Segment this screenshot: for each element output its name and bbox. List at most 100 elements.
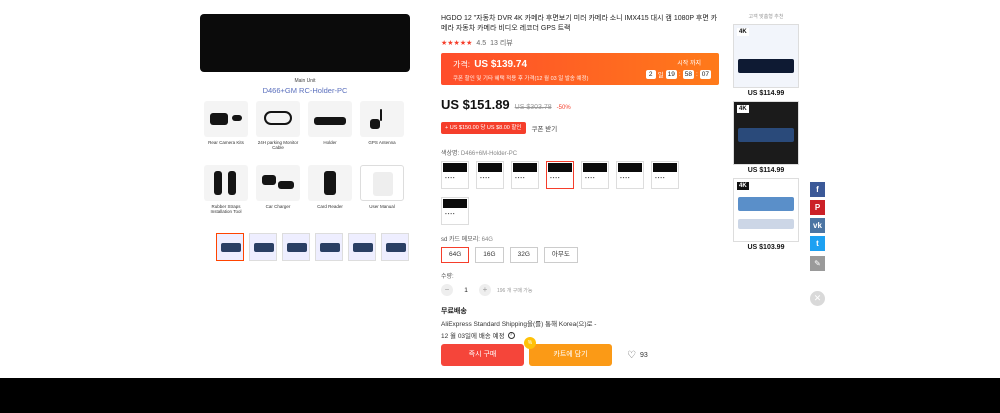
- car-charger-image: [256, 165, 300, 201]
- thumbnail[interactable]: [381, 233, 409, 261]
- purchase-actions: 즉시 구매 % 카트에 담기 ♡ 93: [441, 337, 648, 366]
- rear-camera-image: [204, 101, 248, 137]
- sd-options: 64G 16G 32G 아무도: [441, 247, 719, 263]
- accessory-item: Rear Camera Kits: [200, 101, 252, 163]
- accessory-item: Card Reader: [304, 165, 356, 227]
- recommended-product-image[interactable]: 4K: [733, 178, 799, 242]
- rating-row: ★★★★★ 4.5 13 리뷰: [441, 38, 719, 48]
- shipping-date: 12 월 03일에 배송 예정: [441, 333, 505, 340]
- accessory-label: Car Charger: [265, 204, 291, 209]
- review-count[interactable]: 13 리뷰: [490, 38, 513, 48]
- accessory-label: GPS Antenna: [368, 140, 396, 145]
- accessory-label: User Manual: [369, 204, 395, 209]
- wishlist-button[interactable]: ♡ 93: [627, 350, 648, 361]
- vk-icon[interactable]: vk: [810, 218, 825, 233]
- accessory-label: 24H parking Monitor Cable: [257, 140, 299, 150]
- promo-price-label: 가격:: [453, 60, 470, 69]
- thumbnail[interactable]: [348, 233, 376, 261]
- current-price: US $151.89: [441, 97, 510, 112]
- holder-image: [308, 101, 352, 137]
- facebook-icon[interactable]: f: [810, 182, 825, 197]
- sd-option-16g[interactable]: 16G: [475, 247, 504, 263]
- color-value: D466+6M-Holder-PC: [460, 151, 518, 157]
- sd-label: sd 카드 메모리:: [441, 237, 480, 243]
- buy-now-button[interactable]: 즉시 구매: [441, 344, 524, 366]
- promo-banner: 가격: US $139.74 쿠폰 할인 및 기타 혜택 적용 후 가격(12 …: [441, 53, 719, 85]
- promo-note: 쿠폰 할인 및 기타 혜택 적용 후 가격(12 월 03 일 발송 예정): [453, 76, 589, 82]
- product-tag: 4K: [737, 105, 749, 113]
- quantity-value[interactable]: 1: [459, 287, 473, 294]
- recommended-price: US $103.99: [747, 244, 785, 251]
- shipping-date-row: 12 월 03일에 배송 예정 ?: [441, 330, 719, 340]
- thumbnail[interactable]: [249, 233, 277, 261]
- main-unit-image[interactable]: [200, 14, 410, 72]
- color-option[interactable]: ▪▪▪▪: [441, 161, 469, 189]
- sd-value: 64G: [481, 237, 493, 243]
- sd-option-64g[interactable]: 64G: [441, 247, 470, 263]
- main-unit-caption: Main Unit: [294, 78, 316, 84]
- rail-title: 고객 맞춤형 추천: [748, 14, 784, 20]
- color-option[interactable]: ▪▪▪▪: [441, 197, 469, 225]
- share-bar: f P vk t ✎: [810, 182, 825, 271]
- coupon-badge[interactable]: + US $150.00 당 US $8.00 할인: [441, 122, 526, 134]
- accessory-item: Car Charger: [252, 165, 304, 227]
- recommended-product-image[interactable]: 4K: [733, 101, 799, 165]
- color-options: ▪▪▪▪ ▪▪▪▪ ▪▪▪▪ ▪▪▪▪ ▪▪▪▪ ▪▪▪▪ ▪▪▪▪ ▪▪▪▪: [441, 161, 681, 225]
- price-row: US $151.89 US $303.78 -50%: [441, 97, 719, 112]
- recommended-product[interactable]: 4K US $114.99: [733, 24, 799, 97]
- thumbnail[interactable]: [216, 233, 244, 261]
- quantity-decrease-button[interactable]: −: [441, 284, 453, 296]
- star-rating-icon: ★★★★★: [441, 40, 473, 47]
- accessory-item: Rubber Straps Installation Tool: [200, 165, 252, 227]
- accessory-label: Rear Camera Kits: [208, 140, 244, 145]
- accessory-label: Rubber Straps Installation Tool: [210, 204, 242, 214]
- thumbnail[interactable]: [315, 233, 343, 261]
- color-attribute-label: 색상명: D466+6M-Holder-PC: [441, 148, 719, 157]
- shipping-method[interactable]: AliExpress Standard Shipping을(를) 통해 Kore…: [441, 320, 719, 330]
- timer-minutes: 58: [682, 69, 694, 79]
- timer-title: 시작 까지: [677, 61, 701, 67]
- close-icon[interactable]: ✕: [810, 291, 825, 306]
- accessory-label: Card Reader: [317, 204, 343, 209]
- color-option-selected[interactable]: ▪▪▪▪: [546, 161, 574, 189]
- sd-option-none[interactable]: 아무도: [543, 247, 578, 263]
- twitter-icon[interactable]: t: [810, 236, 825, 251]
- color-option[interactable]: ▪▪▪▪: [581, 161, 609, 189]
- sd-option-32g[interactable]: 32G: [509, 247, 538, 263]
- quantity-increase-button[interactable]: +: [479, 284, 491, 296]
- product-tag: 4K: [737, 28, 749, 36]
- recommended-price: US $114.99: [747, 90, 785, 97]
- color-option[interactable]: ▪▪▪▪: [616, 161, 644, 189]
- recommended-product[interactable]: 4K US $103.99: [733, 178, 799, 251]
- color-option[interactable]: ▪▪▪▪: [511, 161, 539, 189]
- coupon-row: + US $150.00 당 US $8.00 할인 쿠폰 받기: [441, 122, 719, 134]
- color-option[interactable]: ▪▪▪▪: [651, 161, 679, 189]
- timer-days-unit: 일: [657, 72, 664, 79]
- recommended-product-image[interactable]: 4K: [733, 24, 799, 88]
- parking-cable-image: [256, 101, 300, 137]
- edit-icon[interactable]: ✎: [810, 256, 825, 271]
- accessory-grid: Rear Camera Kits 24H parking Monitor Cab…: [200, 101, 410, 227]
- recommended-product[interactable]: 4K US $114.99: [733, 101, 799, 174]
- thumbnail-strip: [200, 233, 410, 261]
- recommendation-rail: 고객 맞춤형 추천 4K US $114.99 4K US $114.99 4K…: [733, 13, 799, 251]
- add-to-cart-label: 카트에 담기: [553, 351, 588, 358]
- shipping-title: 무료배송: [441, 308, 467, 315]
- product-page: Main Unit D466+GM RC-Holder-PC Rear Came…: [0, 0, 1000, 413]
- color-option[interactable]: ▪▪▪▪: [476, 161, 504, 189]
- accessory-item: GPS Antenna: [356, 101, 408, 163]
- user-manual-image: [360, 165, 404, 201]
- add-to-cart-button[interactable]: % 카트에 담기: [524, 337, 612, 366]
- variant-caption: D466+GM RC-Holder-PC: [262, 86, 348, 95]
- pinterest-icon[interactable]: P: [810, 200, 825, 215]
- accessory-item: 24H parking Monitor Cable: [252, 101, 304, 163]
- accessory-item: Holder: [304, 101, 356, 163]
- get-coupons-link[interactable]: 쿠폰 받기: [532, 123, 558, 133]
- rubber-straps-image: [204, 165, 248, 201]
- thumbnail[interactable]: [282, 233, 310, 261]
- help-icon[interactable]: ?: [507, 331, 515, 339]
- product-info: HGDO 12 "자동차 DVR 4K 카메라 후면보기 미러 카메라 소니 I…: [441, 14, 719, 366]
- heart-icon: ♡: [627, 349, 636, 361]
- rating-value: 4.5: [476, 39, 487, 47]
- timer-days: 2: [645, 69, 656, 79]
